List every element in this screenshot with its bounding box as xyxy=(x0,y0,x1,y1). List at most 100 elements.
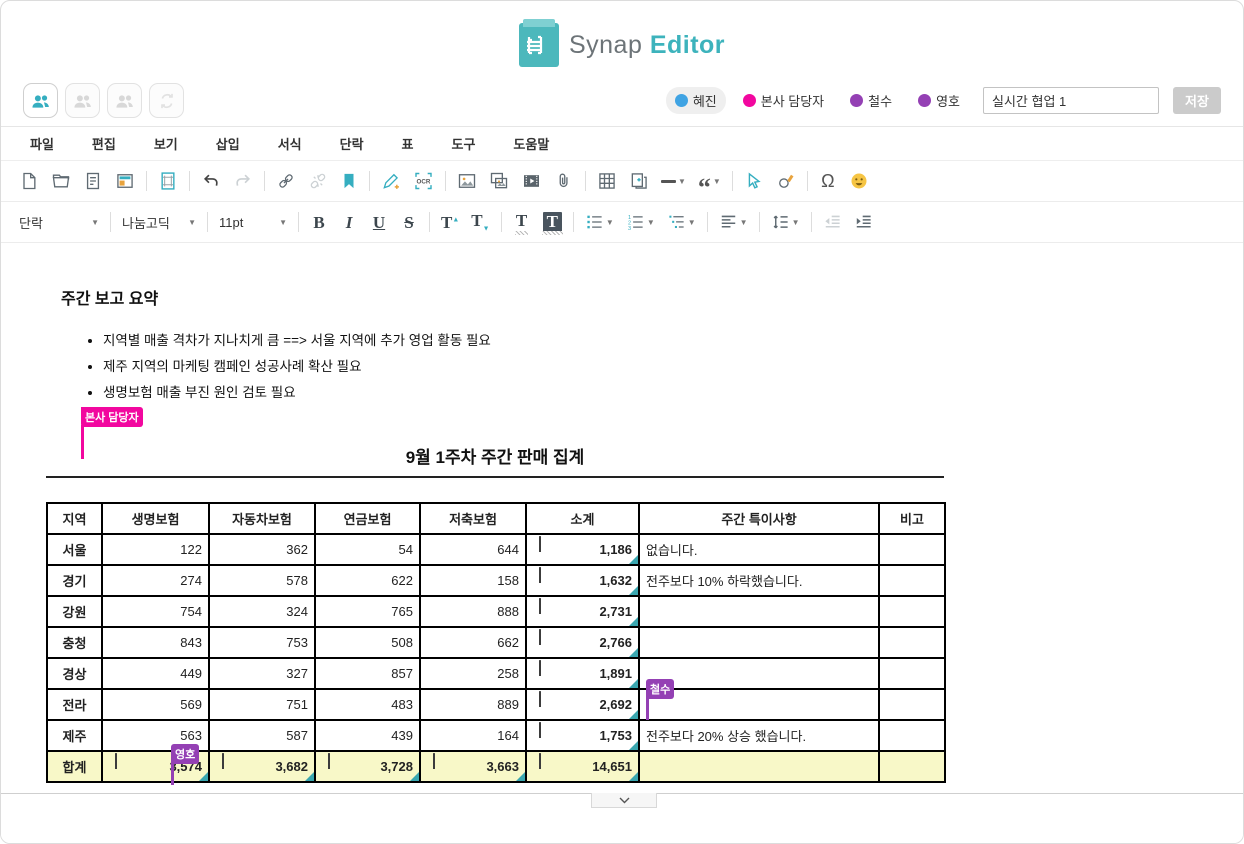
column-header[interactable]: 소계 xyxy=(526,503,639,534)
value-cell[interactable]: 644 xyxy=(420,534,526,565)
region-cell[interactable]: 서울 xyxy=(47,534,102,565)
font-size-dropdown[interactable]: 11pt▼ xyxy=(213,209,293,235)
align-button[interactable]: ▼ xyxy=(713,208,754,236)
value-cell[interactable]: 449 xyxy=(102,658,209,689)
embed-frame-button[interactable] xyxy=(623,167,655,195)
region-cell[interactable]: 제주 xyxy=(47,720,102,751)
annotate-pen-button[interactable] xyxy=(375,167,407,195)
value-cell[interactable]: 508 xyxy=(315,627,420,658)
outdent-button[interactable] xyxy=(817,208,848,236)
video-button[interactable] xyxy=(515,167,548,195)
value-cell[interactable]: 483 xyxy=(315,689,420,720)
new-document-button[interactable] xyxy=(13,167,45,195)
note-cell[interactable] xyxy=(639,627,879,658)
document-button[interactable] xyxy=(77,167,109,195)
line-spacing-button[interactable]: ▼ xyxy=(765,208,806,236)
value-cell[interactable]: 857 xyxy=(315,658,420,689)
subscript-button[interactable]: T▼ xyxy=(465,208,495,236)
ocr-button[interactable]: OCR xyxy=(407,167,440,195)
page-setup-button[interactable] xyxy=(152,167,184,195)
column-header[interactable]: 저축보험 xyxy=(420,503,526,534)
subtotal-cell[interactable]: 2,766 xyxy=(526,627,639,658)
special-character-button[interactable]: Ω xyxy=(813,167,843,195)
user-chip-영호[interactable]: 영호 xyxy=(909,87,969,114)
image-gallery-button[interactable] xyxy=(483,167,515,195)
menu-item-1[interactable]: 파일 xyxy=(11,127,73,160)
column-header[interactable]: 비고 xyxy=(879,503,945,534)
note-cell[interactable] xyxy=(639,751,879,782)
subtotal-cell[interactable]: 1,891 xyxy=(526,658,639,689)
subtotal-cell[interactable]: 1,632 xyxy=(526,565,639,596)
value-cell[interactable]: 324 xyxy=(209,596,315,627)
link-button[interactable] xyxy=(270,167,302,195)
font-color-button[interactable]: T xyxy=(507,208,537,236)
total-value-cell[interactable]: 3,728 xyxy=(315,751,420,782)
undo-button[interactable] xyxy=(195,167,227,195)
value-cell[interactable]: 54 xyxy=(315,534,420,565)
menu-item-8[interactable]: 도구 xyxy=(433,127,495,160)
value-cell[interactable]: 258 xyxy=(420,658,526,689)
note-cell[interactable]: 전주보다 20% 상승 했습니다. xyxy=(639,720,879,751)
horizontal-line-button[interactable]: ▼ xyxy=(655,167,692,195)
underline-button[interactable]: U xyxy=(364,208,394,236)
region-cell[interactable]: 경기 xyxy=(47,565,102,596)
subtotal-cell[interactable]: 1,186 xyxy=(526,534,639,565)
grand-total-cell[interactable]: 14,651 xyxy=(526,751,639,782)
document-canvas[interactable]: 주간 보고 요약 지역별 매출 격차가 지나치게 큼 ==> 서울 지역에 추가… xyxy=(1,285,1243,844)
superscript-button[interactable]: T▲ xyxy=(435,208,465,236)
collaborators-button[interactable] xyxy=(23,83,58,118)
unlink-button[interactable] xyxy=(302,167,334,195)
open-file-button[interactable] xyxy=(45,167,77,195)
menu-item-9[interactable]: 도움말 xyxy=(494,127,568,160)
value-cell[interactable]: 158 xyxy=(420,565,526,596)
user-chip-본사 담당자[interactable]: 본사 담당자 xyxy=(734,87,833,114)
value-cell[interactable]: 754 xyxy=(102,596,209,627)
menu-item-3[interactable]: 보기 xyxy=(135,127,197,160)
blockquote-button[interactable]: “▼ xyxy=(692,167,727,195)
value-cell[interactable]: 122 xyxy=(102,534,209,565)
redo-button[interactable] xyxy=(227,167,259,195)
table-button[interactable] xyxy=(591,167,623,195)
emoticon-button[interactable] xyxy=(843,167,875,195)
multilevel-list-button[interactable]: ▼ xyxy=(661,208,702,236)
value-cell[interactable]: 751 xyxy=(209,689,315,720)
column-header[interactable]: 연금보험 xyxy=(315,503,420,534)
remark-cell[interactable] xyxy=(879,534,945,565)
value-cell[interactable]: 765 xyxy=(315,596,420,627)
total-value-cell[interactable]: 3,663 xyxy=(420,751,526,782)
note-cell[interactable] xyxy=(639,689,879,720)
remark-cell[interactable] xyxy=(879,689,945,720)
column-header[interactable]: 생명보험 xyxy=(102,503,209,534)
image-button[interactable] xyxy=(451,167,483,195)
bookmark-button[interactable] xyxy=(334,167,364,195)
menu-item-2[interactable]: 편집 xyxy=(73,127,135,160)
total-value-cell[interactable]: 3,682 xyxy=(209,751,315,782)
subtotal-cell[interactable]: 1,753 xyxy=(526,720,639,751)
menu-item-4[interactable]: 삽입 xyxy=(197,127,259,160)
highlight-color-button[interactable]: T xyxy=(537,208,568,236)
note-cell[interactable]: 전주보다 10% 하락했습니다. xyxy=(639,565,879,596)
value-cell[interactable]: 753 xyxy=(209,627,315,658)
remark-cell[interactable] xyxy=(879,565,945,596)
strikethrough-button[interactable]: S xyxy=(394,208,424,236)
save-button[interactable]: 저장 xyxy=(1173,87,1221,114)
note-cell[interactable] xyxy=(639,596,879,627)
column-header[interactable]: 자동차보험 xyxy=(209,503,315,534)
note-cell[interactable]: 없습니다. xyxy=(639,534,879,565)
collaborators-button[interactable] xyxy=(65,83,100,118)
value-cell[interactable]: 622 xyxy=(315,565,420,596)
template-button[interactable] xyxy=(109,167,141,195)
indent-button[interactable] xyxy=(848,208,879,236)
font-family-dropdown[interactable]: 나눔고딕▼ xyxy=(116,209,202,235)
remark-cell[interactable] xyxy=(879,596,945,627)
value-cell[interactable]: 327 xyxy=(209,658,315,689)
remark-cell[interactable] xyxy=(879,658,945,689)
value-cell[interactable]: 889 xyxy=(420,689,526,720)
value-cell[interactable]: 662 xyxy=(420,627,526,658)
bold-button[interactable]: B xyxy=(304,208,334,236)
subtotal-cell[interactable]: 2,692 xyxy=(526,689,639,720)
value-cell[interactable]: 888 xyxy=(420,596,526,627)
italic-button[interactable]: I xyxy=(334,208,364,236)
shape-draw-button[interactable] xyxy=(770,167,802,195)
value-cell[interactable]: 578 xyxy=(209,565,315,596)
